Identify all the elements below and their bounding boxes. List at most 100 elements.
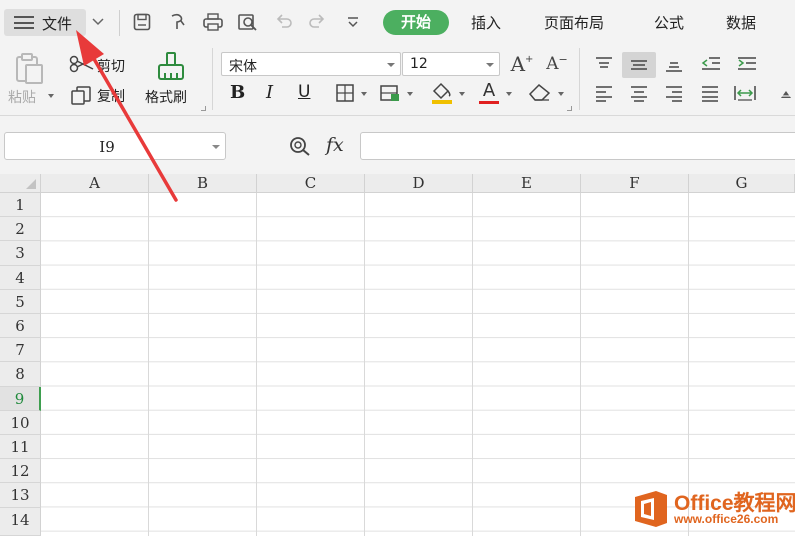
- divider: [119, 10, 120, 36]
- row-header-6[interactable]: 6: [0, 314, 41, 339]
- paste-dropdown-icon[interactable]: [48, 94, 54, 98]
- select-all-corner[interactable]: [0, 174, 41, 193]
- row-header-3[interactable]: 3: [0, 241, 41, 266]
- divider: [212, 48, 213, 110]
- row-header-14[interactable]: 14: [0, 507, 41, 536]
- copy-button[interactable]: 复制: [97, 86, 125, 106]
- redo-icon[interactable]: [305, 10, 329, 34]
- grow-font-glyph: A: [510, 52, 526, 76]
- file-menu-button[interactable]: 文件: [4, 9, 86, 36]
- menu-bar: 文件 开始 插入 页面布局 公式 数据: [0, 0, 795, 44]
- font-color-glyph: A: [482, 79, 496, 101]
- font-size-select[interactable]: 12: [402, 52, 500, 76]
- chevron-down-icon: [387, 63, 395, 67]
- row-header-5[interactable]: 5: [0, 289, 41, 314]
- hamburger-icon: [14, 16, 34, 29]
- align-left-icon[interactable]: [592, 82, 616, 104]
- clipboard-launcher-icon[interactable]: [201, 106, 206, 111]
- formula-bar: I9 fx: [0, 116, 795, 174]
- merge-icon-partial[interactable]: [776, 84, 795, 106]
- row-header-11[interactable]: 11: [0, 435, 41, 460]
- paste-icon[interactable]: [10, 50, 48, 86]
- bold-button[interactable]: B: [230, 82, 245, 103]
- divider: [579, 48, 580, 110]
- row-header-1[interactable]: 1: [0, 193, 41, 218]
- cut-button[interactable]: 剪切: [97, 56, 125, 76]
- plus-icon: +: [525, 53, 534, 65]
- tab-page-layout[interactable]: 页面布局: [544, 12, 604, 33]
- increase-indent-icon[interactable]: [734, 53, 760, 75]
- align-center-icon[interactable]: [627, 82, 651, 104]
- clear-dropdown-icon[interactable]: [558, 92, 564, 96]
- italic-button[interactable]: I: [266, 82, 273, 103]
- format-painter-quick-icon[interactable]: [166, 10, 190, 34]
- row-header-7[interactable]: 7: [0, 338, 41, 363]
- borders-icon[interactable]: [333, 82, 357, 104]
- row-header-9-selected[interactable]: 9: [0, 386, 41, 411]
- cell-style-icon[interactable]: [377, 82, 403, 104]
- chevron-down-icon: [212, 145, 220, 149]
- align-right-icon[interactable]: [662, 82, 686, 104]
- row-header-2[interactable]: 2: [0, 217, 41, 242]
- tab-formulas[interactable]: 公式: [654, 12, 684, 33]
- format-painter-icon[interactable]: [153, 50, 189, 84]
- print-preview-icon[interactable]: [235, 10, 261, 34]
- tab-insert[interactable]: 插入: [471, 12, 501, 33]
- column-header-c[interactable]: C: [257, 174, 365, 193]
- tab-home[interactable]: 开始: [383, 10, 449, 35]
- align-top-icon[interactable]: [592, 53, 616, 75]
- print-icon[interactable]: [200, 10, 226, 34]
- font-size-value: 12: [410, 56, 428, 72]
- cell-style-dropdown-icon[interactable]: [407, 92, 413, 96]
- align-bottom-icon[interactable]: [662, 53, 686, 75]
- format-painter-button[interactable]: 格式刷: [145, 87, 187, 107]
- eraser-icon[interactable]: [525, 80, 555, 104]
- borders-dropdown-icon[interactable]: [361, 92, 367, 96]
- font-color-dropdown-icon[interactable]: [506, 92, 512, 96]
- column-header-b[interactable]: B: [149, 174, 257, 193]
- formula-input[interactable]: [360, 132, 795, 160]
- watermark-url: www.office26.com: [674, 512, 779, 526]
- row-header-4[interactable]: 4: [0, 265, 41, 290]
- distributed-align-icon[interactable]: [732, 82, 758, 104]
- font-color-swatch: [479, 100, 499, 104]
- file-dropdown-chevron-icon[interactable]: [88, 10, 108, 34]
- row-header-8[interactable]: 8: [0, 362, 41, 387]
- office-logo-icon: [635, 491, 667, 527]
- undo-icon[interactable]: [272, 10, 296, 34]
- customize-quick-access-icon[interactable]: [342, 10, 364, 34]
- row-header-12[interactable]: 12: [0, 459, 41, 484]
- insert-function-button[interactable]: fx: [326, 134, 344, 156]
- font-name-value: 宋体: [229, 59, 257, 75]
- save-icon[interactable]: [130, 10, 154, 34]
- decrease-indent-icon[interactable]: [698, 53, 724, 75]
- fill-color-dropdown-icon[interactable]: [459, 92, 465, 96]
- column-header-e[interactable]: E: [473, 174, 581, 193]
- watermark: Office教程网 www.office26.com: [630, 485, 795, 533]
- copy-icon[interactable]: [68, 84, 94, 106]
- column-header-a[interactable]: A: [41, 174, 149, 193]
- decrease-font-size-icon[interactable]: A −: [544, 52, 570, 76]
- font-launcher-icon[interactable]: [567, 106, 572, 111]
- row-header-13[interactable]: 13: [0, 483, 41, 508]
- spreadsheet-grid: A B C D E F G 1 2 3 4 5 6 7 8 9 10 11 12…: [0, 174, 795, 536]
- column-header-d[interactable]: D: [365, 174, 473, 193]
- scissors-icon[interactable]: [68, 54, 96, 74]
- name-box-value: I9: [99, 138, 115, 156]
- fill-color-icon[interactable]: [428, 80, 456, 106]
- column-header-f[interactable]: F: [581, 174, 689, 193]
- file-menu-label: 文件: [42, 15, 73, 33]
- underline-button[interactable]: U: [298, 82, 310, 102]
- font-color-icon[interactable]: A: [476, 78, 502, 106]
- align-middle-icon[interactable]: [627, 54, 651, 76]
- shrink-font-glyph: A: [546, 54, 559, 74]
- paste-label[interactable]: 粘贴: [8, 87, 36, 107]
- zoom-search-icon[interactable]: [286, 133, 316, 159]
- font-name-select[interactable]: 宋体: [221, 52, 401, 76]
- row-header-10[interactable]: 10: [0, 410, 41, 435]
- justify-icon[interactable]: [698, 82, 722, 104]
- name-box[interactable]: I9: [4, 132, 226, 160]
- column-header-g[interactable]: G: [689, 174, 795, 193]
- increase-font-size-icon[interactable]: A +: [508, 52, 536, 76]
- tab-data[interactable]: 数据: [726, 12, 756, 33]
